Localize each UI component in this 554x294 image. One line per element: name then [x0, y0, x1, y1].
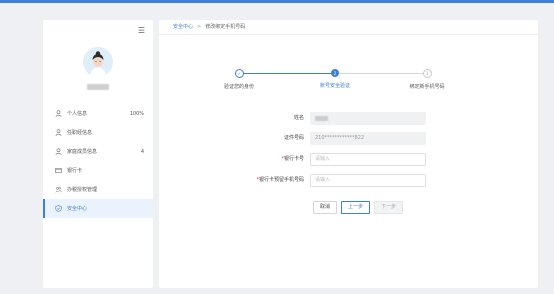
- sidebar-item-label: 任职经信息: [67, 130, 93, 136]
- step-label: 验证您的身份: [223, 84, 254, 90]
- sidebar-item-label: 办税授权管理: [67, 187, 98, 193]
- sidebar-item-family-info[interactable]: 家庭成员信息 4: [43, 142, 153, 161]
- users-icon: [55, 186, 62, 193]
- form-row-id: 证件号码 210************822: [159, 132, 538, 145]
- sidebar-item-employment-info[interactable]: 任职经信息: [43, 123, 153, 142]
- divider: [159, 34, 538, 35]
- sidebar-item-label: 银行卡: [67, 168, 83, 174]
- id-number-field: 210************822: [310, 132, 426, 145]
- sidebar-nav: 个人信息 100% 任职经信息 家庭成员信息 4 银行卡 办税授权管理 安全中心: [43, 104, 153, 218]
- breadcrumb-current: 修改绑定手机号码: [205, 24, 246, 30]
- breadcrumb-link-security-center[interactable]: 安全中心: [173, 23, 193, 30]
- main-panel: 安全中心 > 修改绑定手机号码 ✓ 验证您的身份 2 账号安全验证 3 绑定新手…: [159, 20, 538, 288]
- sidebar-item-tax-authorization[interactable]: 办税授权管理: [43, 180, 153, 199]
- sidebar-item-bank-card[interactable]: 银行卡: [43, 161, 153, 180]
- breadcrumb: 安全中心 > 修改绑定手机号码: [173, 20, 245, 33]
- step-label: 绑定新手机号码: [409, 84, 445, 90]
- card-icon: [55, 167, 62, 174]
- sidebar: ☰ 个人信息 100% 任职经信息 家庭成员信息 4 银行卡 办税授权管理 安全…: [43, 20, 153, 288]
- previous-step-button[interactable]: 上一步: [341, 201, 371, 214]
- form-row-name: 姓名: [159, 112, 538, 125]
- form-actions: 取消 上一步 下一步: [313, 201, 404, 214]
- bank-phone-label: *银行卡预留手机号码: [256, 174, 304, 186]
- user-icon: [55, 110, 62, 117]
- next-step-button[interactable]: 下一步: [374, 201, 404, 214]
- cancel-button[interactable]: 取消: [313, 201, 338, 214]
- bank-phone-input[interactable]: 请输入: [310, 174, 426, 187]
- id-number-label: 证件号码: [283, 135, 304, 141]
- sidebar-item-security-center[interactable]: 安全中心: [43, 199, 153, 218]
- sidebar-item-label: 家庭成员信息: [67, 149, 98, 155]
- count-badge: 4: [140, 148, 144, 155]
- sidebar-item-label: 个人信息: [67, 111, 88, 117]
- name-label: 姓名: [293, 115, 304, 121]
- sidebar-item-label: 安全中心: [67, 206, 88, 212]
- sidebar-item-personal-info[interactable]: 个人信息 100%: [43, 104, 153, 123]
- step-number: 3: [422, 69, 432, 78]
- bank-phone-label-text: 银行卡预留手机号码: [258, 177, 304, 183]
- username-redacted: [87, 84, 109, 90]
- completion-badge: 100%: [129, 110, 144, 117]
- form-row-bank-card: *银行卡号 请输入: [159, 153, 538, 166]
- step-label: 账号安全验证: [319, 83, 350, 89]
- check-icon: ✓: [234, 69, 244, 78]
- name-redacted: [315, 116, 328, 121]
- bank-card-label-text: 银行卡号: [283, 156, 304, 162]
- user-icon: [55, 148, 62, 155]
- name-field: [310, 112, 426, 125]
- top-accent-bar: [0, 0, 554, 3]
- shield-icon: [55, 205, 62, 212]
- step-bind-new-phone: 3 绑定新手机号码: [387, 69, 467, 90]
- form-row-bank-phone: *银行卡预留手机号码 请输入: [159, 174, 538, 187]
- user-icon: [55, 129, 62, 136]
- avatar: [83, 47, 113, 77]
- breadcrumb-separator: >: [197, 23, 202, 30]
- menu-icon[interactable]: ☰: [138, 27, 145, 35]
- bank-card-input[interactable]: 请输入: [310, 153, 426, 166]
- step-number: 2: [331, 69, 339, 77]
- progress-steps: ✓ 验证您的身份 2 账号安全验证 3 绑定新手机号码: [159, 66, 538, 96]
- step-account-verification: 2 账号安全验证: [295, 69, 375, 89]
- bank-card-label: *银行卡号: [281, 153, 304, 165]
- step-verify-identity: ✓ 验证您的身份: [199, 69, 279, 90]
